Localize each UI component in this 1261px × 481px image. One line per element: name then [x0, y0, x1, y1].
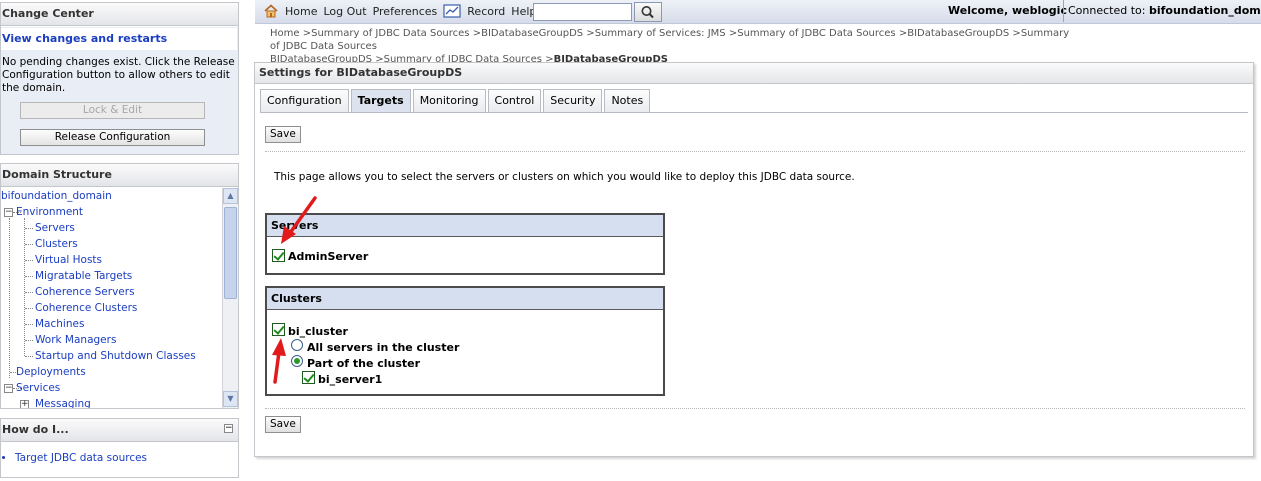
connected-to: Connected to: bifoundation_domain [1063, 0, 1261, 22]
bi-server1-label: bi_server1 [318, 373, 383, 386]
tree-item-machines[interactable]: Machines [35, 317, 84, 331]
lock-edit-button[interactable]: Lock & Edit [20, 102, 205, 119]
top-toolbar: Home Log Out Preferences Record Help Wel… [255, 0, 1261, 24]
servers-header: Servers [267, 215, 663, 237]
search-icon [641, 6, 654, 19]
tree-item-migratable-targets[interactable]: Migratable Targets [35, 269, 132, 283]
tree-item-coherence-servers[interactable]: Coherence Servers [35, 285, 135, 299]
settings-title: Settings for BIDatabaseGroupDS [255, 63, 1253, 84]
how-do-i-link-target-jdbc[interactable]: Target JDBC data sources [15, 452, 147, 464]
part-of-cluster-label: Part of the cluster [307, 357, 421, 370]
welcome-text: Welcome, weblogic [948, 4, 1067, 17]
record-link[interactable]: Record [467, 5, 505, 18]
tab-notes[interactable]: Notes [604, 89, 651, 113]
tree-scrollbar[interactable]: ▲ ▼ [222, 188, 238, 408]
servers-box: Servers AdminServer [265, 213, 665, 275]
tree-item-virtual-hosts[interactable]: Virtual Hosts [35, 253, 102, 267]
bi-server1-checkbox[interactable] [302, 371, 315, 384]
top-nav: Home Log Out Preferences Record Help [263, 0, 536, 22]
tab-control[interactable]: Control [487, 89, 542, 113]
change-center-message: No pending changes exist. Click the Rele… [2, 56, 235, 94]
change-center-panel: Change Center View changes and restarts … [0, 2, 239, 155]
tab-configuration[interactable]: Configuration [260, 89, 349, 113]
domain-tree: bifoundation_domain − Environment Server… [1, 188, 222, 408]
tab-targets[interactable]: Targets [350, 89, 411, 113]
tree-services[interactable]: Services [16, 381, 60, 395]
home-icon[interactable] [263, 3, 279, 19]
tab-security[interactable]: Security [543, 89, 603, 113]
tree-deployments[interactable]: Deployments [16, 365, 86, 379]
breadcrumb-item[interactable]: Summary of JDBC Data Sources [311, 28, 469, 39]
adminserver-label: AdminServer [288, 250, 369, 263]
release-configuration-button[interactable]: Release Configuration [20, 129, 205, 146]
scroll-down-icon[interactable]: ▼ [223, 391, 238, 407]
expand-icon[interactable]: + [20, 400, 29, 408]
divider [265, 408, 1245, 409]
tree-environment[interactable]: Environment [16, 205, 83, 219]
how-do-i-title: How do I... [1, 419, 238, 442]
tree-messaging[interactable]: Messaging [35, 397, 91, 408]
tree-item-work-managers[interactable]: Work Managers [35, 333, 116, 347]
save-button-bottom[interactable]: Save [265, 416, 301, 433]
breadcrumb-item[interactable]: BIDatabaseGroupDS [907, 28, 1009, 39]
breadcrumb-item[interactable]: Summary of JDBC Data Sources [737, 28, 895, 39]
breadcrumb-item[interactable]: BIDatabaseGroupDS [481, 28, 583, 39]
clusters-box: Clusters bi_cluster All servers in the c… [265, 286, 665, 396]
how-do-i-list: Target JDBC data sources [1, 452, 147, 464]
preferences-link[interactable]: Preferences [373, 5, 438, 18]
bi-cluster-checkbox[interactable] [272, 323, 285, 336]
breadcrumb-item[interactable]: Summary of Services: JMS [595, 28, 726, 39]
all-servers-label: All servers in the cluster [307, 341, 460, 354]
domain-structure-panel: Domain Structure bifoundation_domain − E… [0, 163, 239, 409]
how-do-i-panel: How do I... − Target JDBC data sources [0, 418, 239, 478]
domain-structure-title: Domain Structure [1, 164, 238, 187]
view-changes-link[interactable]: View changes and restarts [1, 28, 237, 50]
tree-item-clusters[interactable]: Clusters [35, 237, 78, 251]
part-of-cluster-radio[interactable] [291, 355, 303, 367]
collapse-icon[interactable]: − [4, 208, 13, 217]
scroll-thumb[interactable] [224, 207, 237, 299]
collapse-icon[interactable]: − [4, 384, 13, 393]
search-button[interactable] [634, 2, 662, 22]
breadcrumb: Home >Summary of JDBC Data Sources >BIDa… [270, 28, 1070, 65]
settings-tabs: Configuration Targets Monitoring Control… [260, 89, 651, 113]
record-icon[interactable] [443, 4, 461, 18]
intro-text: This page allows you to select the serve… [274, 171, 855, 183]
bi-cluster-label: bi_cluster [288, 325, 348, 338]
save-button-top[interactable]: Save [265, 126, 301, 143]
clusters-header: Clusters [267, 288, 663, 310]
logout-link[interactable]: Log Out [323, 5, 366, 18]
tree-item-coherence-clusters[interactable]: Coherence Clusters [35, 301, 137, 315]
connected-domain: bifoundation_domain [1148, 4, 1261, 17]
all-servers-radio[interactable] [291, 339, 303, 351]
search-input[interactable] [533, 3, 632, 21]
settings-panel: Settings for BIDatabaseGroupDS Configura… [254, 62, 1254, 457]
home-link[interactable]: Home [285, 5, 317, 18]
connected-label: Connected to: [1068, 4, 1146, 17]
scroll-up-icon[interactable]: ▲ [223, 188, 238, 204]
collapse-panel-icon[interactable]: − [224, 424, 233, 433]
tab-monitoring[interactable]: Monitoring [412, 89, 486, 113]
breadcrumb-item[interactable]: Home [270, 28, 300, 39]
adminserver-checkbox[interactable] [272, 249, 285, 262]
tree-root-domain[interactable]: bifoundation_domain [1, 189, 112, 203]
tree-item-servers[interactable]: Servers [35, 221, 75, 235]
tab-divider [260, 112, 1248, 113]
change-center-title: Change Center [1, 3, 238, 26]
divider [265, 151, 1245, 152]
tree-item-startup-shutdown-classes[interactable]: Startup and Shutdown Classes [35, 349, 196, 363]
